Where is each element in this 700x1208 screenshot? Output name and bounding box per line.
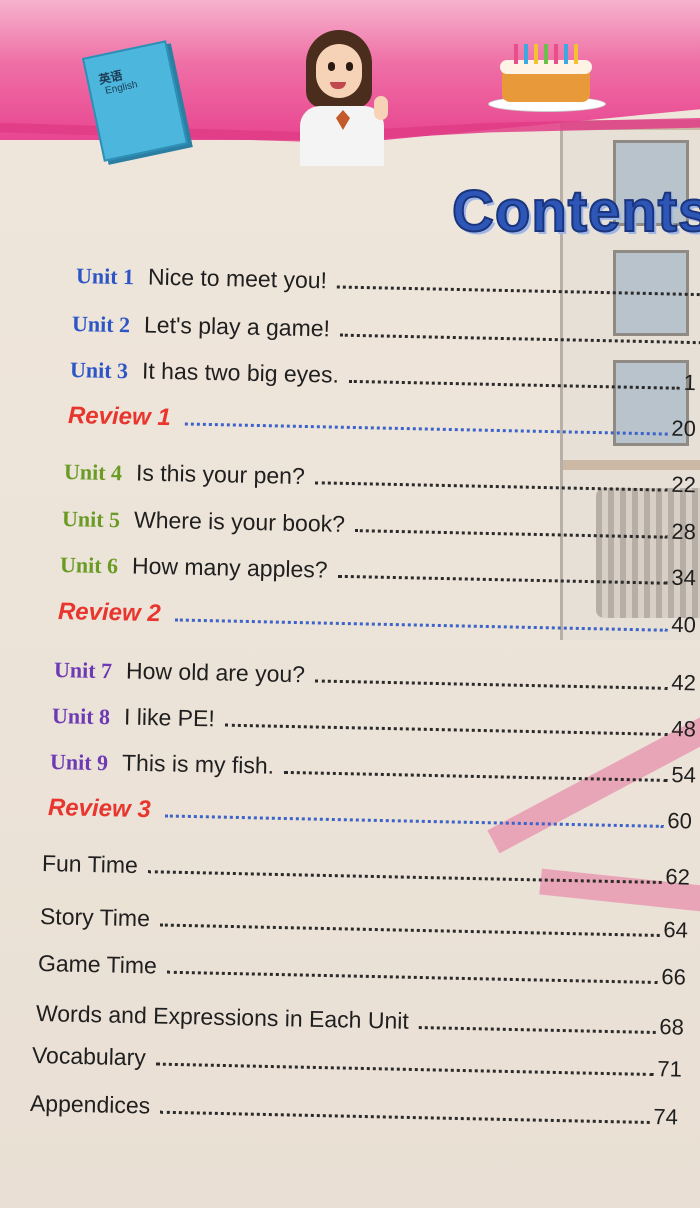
birthday-cake-icon [488,40,606,112]
unit-label: Unit 6 [59,552,119,579]
page-number: 60 [667,807,693,834]
page-number: 66 [661,964,687,990]
entry-title: How old are you? [125,657,306,688]
radiator-illustration [596,488,700,618]
dot-leader [354,529,668,539]
unit-label: Unit 5 [61,506,121,533]
dot-leader [283,770,668,782]
page-number: 20 [671,415,697,442]
entry-title: It has two big eyes. [141,357,340,388]
entry-title: This is my fish. [121,749,275,779]
page-number: 68 [659,1014,685,1040]
unit-label: Unit 9 [49,749,109,776]
entry-title: Story Time [39,903,151,932]
entry-title: Game Time [37,950,158,979]
dot-leader [184,422,668,436]
review-label: Review 1 [67,402,172,432]
unit-label: Unit 3 [69,357,129,384]
dot-leader [174,618,668,632]
entry-title: How many apples? [131,552,328,583]
page-number: 48 [671,715,697,742]
entry-title: Vocabulary [31,1042,147,1071]
page-number: 1 [683,369,697,396]
page-number: 42 [671,669,697,696]
dot-leader [314,481,668,492]
unit-label: Unit 7 [53,657,113,684]
entry-title: Where is your book? [133,506,346,537]
entry-title: Fun Time [41,850,139,879]
page-number: 62 [665,864,691,890]
entry-title: Appendices [29,1090,151,1119]
dot-leader [314,679,668,690]
dot-leader [339,333,700,345]
page-number: 34 [671,564,697,591]
review-label: Review 3 [47,794,152,824]
contents-title: Contents [451,178,700,245]
entry-title: Let's play a game! [143,311,331,342]
dot-leader [337,574,668,585]
dot-leader [164,814,664,828]
entry-title: Is this your pen? [135,459,306,490]
dot-leader [348,379,680,390]
unit-label: Unit 1 [75,263,135,290]
review-label: Review 2 [57,598,162,628]
unit-label: Unit 2 [71,311,131,338]
entry-title: I like PE! [123,703,216,732]
page-number: 40 [671,611,697,638]
teacher-girl-illustration [300,30,390,166]
page-number: 64 [663,917,689,943]
page-number: 28 [671,518,697,545]
entry-title: Nice to meet you! [147,263,328,294]
page-number: 22 [671,471,697,498]
dot-leader [336,285,700,297]
page-number: 74 [653,1104,679,1130]
page-number: 54 [671,762,697,788]
unit-label: Unit 8 [51,703,111,730]
page-number: 71 [657,1056,683,1082]
dot-leader [418,1026,656,1034]
unit-label: Unit 4 [63,459,123,486]
